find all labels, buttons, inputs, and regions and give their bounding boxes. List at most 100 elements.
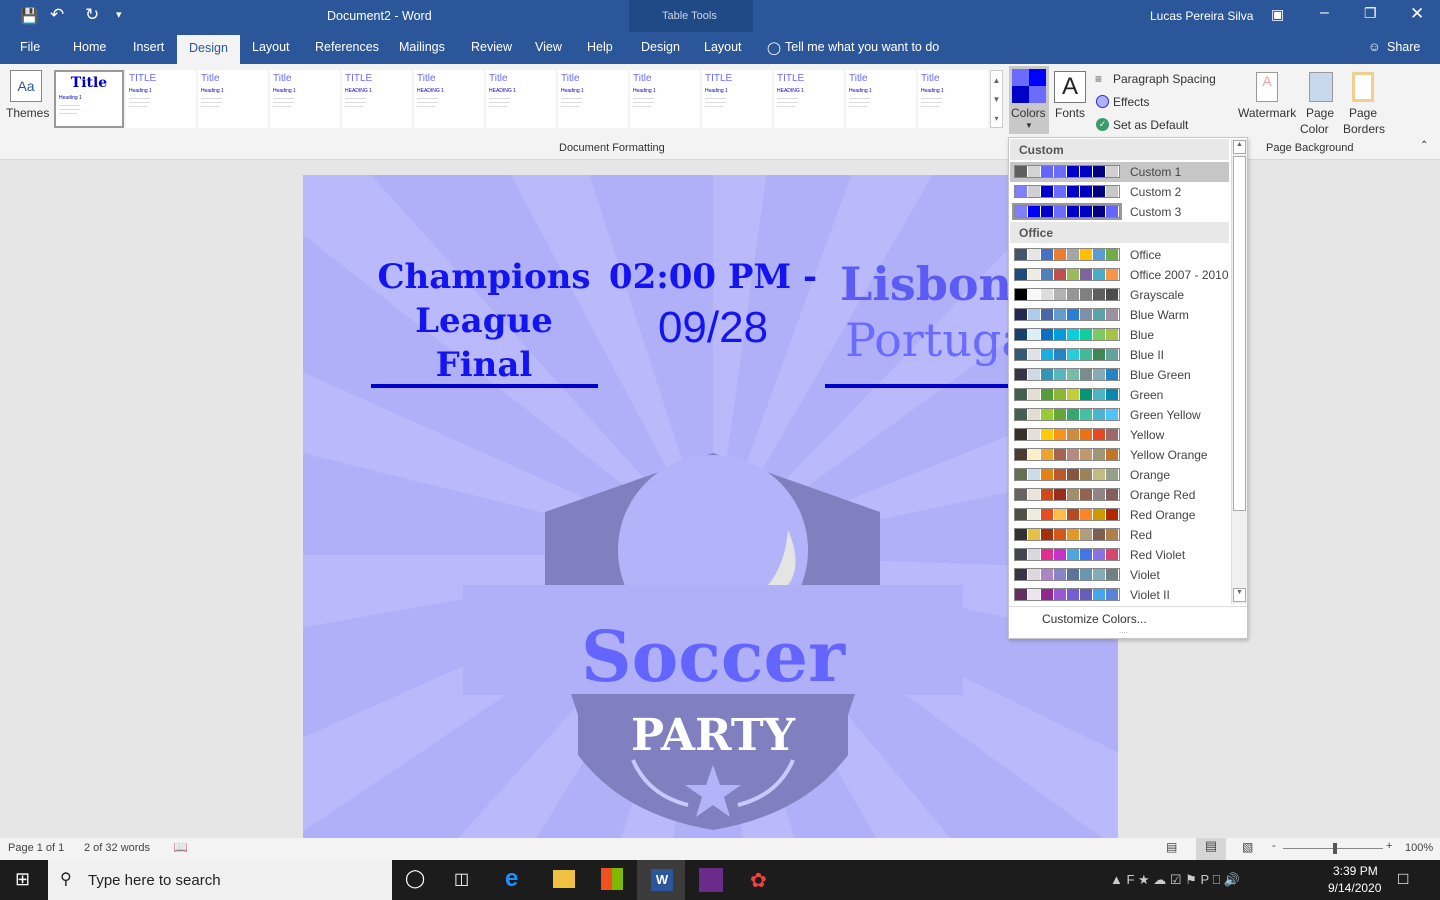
tray-icons[interactable]: ▲ F ★ ☁ ☑ ⚑ P ⎕ 🔊 <box>1110 872 1240 888</box>
style-set-item[interactable]: Title Heading 1 ——————— ——————— —————— <box>558 70 628 128</box>
style-set-item[interactable]: TITLE Heading 1 ——————— ——————— —————— <box>702 70 772 128</box>
tab-review[interactable]: Review <box>471 40 512 54</box>
color-scheme-blue-warm[interactable]: Blue Warm <box>1010 305 1229 325</box>
zoom-out-icon[interactable]: - <box>1272 840 1276 852</box>
user-name[interactable]: Lucas Pereira Silva <box>1150 9 1253 23</box>
fonts-icon[interactable]: A <box>1054 71 1086 103</box>
color-scheme-green-yellow[interactable]: Green Yellow <box>1010 405 1229 425</box>
windows-start-icon[interactable]: ⊞ <box>15 869 30 890</box>
edge-icon[interactable]: e <box>505 865 518 893</box>
style-set-item[interactable]: Title Heading 1 ——————— ——————— —————— <box>918 70 988 128</box>
customize-qat-icon[interactable]: ▾ <box>116 8 122 21</box>
notifications-icon[interactable]: □ <box>1398 869 1408 889</box>
tab-references[interactable]: References <box>315 40 379 54</box>
file-explorer-icon[interactable] <box>553 870 575 888</box>
style-set-item[interactable]: Title HEADING 1 ——————— ——————— —————— <box>414 70 484 128</box>
style-set-item[interactable]: Title Heading 1 ——————— ——————— —————— <box>54 70 124 128</box>
proofing-icon[interactable]: 📖 <box>173 840 188 854</box>
ribbon-display-icon[interactable]: ▣ <box>1271 6 1284 23</box>
color-scheme-custom-3[interactable]: Custom 3 <box>1010 202 1229 222</box>
minimize-icon[interactable]: – <box>1320 4 1329 22</box>
task-view-icon[interactable]: ◫ <box>454 869 469 889</box>
share-button[interactable]: Share <box>1387 40 1420 54</box>
clock-date[interactable]: 9/14/2020 <box>1328 881 1381 895</box>
save-icon[interactable]: 💾 <box>20 7 39 25</box>
tell-me-input[interactable]: Tell me what you want to do <box>785 40 939 54</box>
color-scheme-red-violet[interactable]: Red Violet <box>1010 545 1229 565</box>
search-input[interactable]: Type here to search <box>88 872 221 889</box>
app-icon[interactable] <box>699 868 723 892</box>
style-set-item[interactable]: TITLE HEADING 1 ——————— ——————— —————— <box>774 70 844 128</box>
themes-icon[interactable]: Aa <box>10 70 42 102</box>
zoom-slider-thumb[interactable] <box>1333 843 1337 854</box>
share-icon[interactable]: ☺ <box>1368 40 1381 54</box>
resize-grip[interactable]: .... <box>1119 626 1128 635</box>
search-box[interactable]: ⚲ Type here to search <box>48 860 392 900</box>
color-scheme-green[interactable]: Green <box>1010 385 1229 405</box>
zoom-level[interactable]: 100% <box>1405 842 1433 854</box>
tab-layout[interactable]: Layout <box>252 40 290 54</box>
page-count[interactable]: Page 1 of 1 <box>8 842 64 854</box>
dropdown-scrollbar[interactable]: ▲ ▼ <box>1231 139 1247 604</box>
tab-view[interactable]: View <box>535 40 562 54</box>
tab-design[interactable]: Design <box>177 35 240 64</box>
themes-button[interactable]: Themes <box>6 106 49 120</box>
snip-icon[interactable]: ✿ <box>750 868 767 893</box>
document-page[interactable]: Champions League Final 02:00 PM - 09/28 … <box>303 175 1118 838</box>
print-layout-icon[interactable]: ▤ <box>1196 838 1226 860</box>
style-set-item[interactable]: TITLE Heading 1 ——————— ——————— —————— <box>126 70 196 128</box>
color-scheme-blue-green[interactable]: Blue Green <box>1010 365 1229 385</box>
color-scheme-yellow[interactable]: Yellow <box>1010 425 1229 445</box>
page-borders-button[interactable]: Page <box>1349 106 1377 120</box>
color-scheme-orange-red[interactable]: Orange Red <box>1010 485 1229 505</box>
color-scheme-red[interactable]: Red <box>1010 525 1229 545</box>
scroll-up-icon[interactable]: ▲ <box>1233 140 1246 154</box>
color-scheme-yellow-orange[interactable]: Yellow Orange <box>1010 445 1229 465</box>
tab-table-layout[interactable]: Layout <box>704 40 742 54</box>
color-scheme-red-orange[interactable]: Red Orange <box>1010 505 1229 525</box>
set-as-default-button[interactable]: Set as Default <box>1113 118 1188 132</box>
color-scheme-custom-2[interactable]: Custom 2 <box>1010 182 1229 202</box>
color-scheme-office[interactable]: Office <box>1010 245 1229 265</box>
undo-icon[interactable]: ↶ <box>50 5 64 25</box>
word-count[interactable]: 2 of 32 words <box>84 842 150 854</box>
customize-colors-button[interactable]: Customize Colors... <box>1042 612 1147 626</box>
word-taskbar-button[interactable]: W <box>637 860 685 900</box>
page-color-button[interactable]: Page <box>1306 106 1334 120</box>
clock-time[interactable]: 3:39 PM <box>1333 864 1378 878</box>
fonts-button[interactable]: Fonts <box>1055 106 1085 120</box>
style-set-item[interactable]: Title Heading 1 ——————— ——————— —————— <box>846 70 916 128</box>
web-layout-icon[interactable]: ▧ <box>1242 840 1253 854</box>
color-scheme-office-2007-2010[interactable]: Office 2007 - 2010 <box>1010 265 1229 285</box>
collapse-ribbon-icon[interactable]: ⌃ <box>1420 140 1428 151</box>
cortana-icon[interactable]: ◯ <box>405 868 425 889</box>
color-scheme-violet[interactable]: Violet <box>1010 565 1229 585</box>
tab-file[interactable]: File <box>20 40 40 54</box>
style-set-item[interactable]: Title HEADING 1 ——————— ——————— —————— <box>486 70 556 128</box>
close-icon[interactable]: ✕ <box>1410 4 1424 24</box>
color-scheme-grayscale[interactable]: Grayscale <box>1010 285 1229 305</box>
scrollbar-thumb[interactable] <box>1233 156 1246 511</box>
color-scheme-blue-ii[interactable]: Blue II <box>1010 345 1229 365</box>
restore-icon[interactable]: ❐ <box>1364 5 1377 22</box>
style-set-item[interactable]: Title Heading 1 ——————— ——————— —————— <box>630 70 700 128</box>
color-scheme-custom-1[interactable]: Custom 1 <box>1010 162 1229 182</box>
gallery-scroll[interactable]: ▲ ▼ ▾ <box>990 70 1003 128</box>
effects-button[interactable]: Effects <box>1113 95 1149 109</box>
color-scheme-orange[interactable]: Orange <box>1010 465 1229 485</box>
paragraph-spacing-button[interactable]: Paragraph Spacing <box>1113 72 1216 86</box>
style-set-item[interactable]: Title Heading 1 ——————— ——————— —————— <box>198 70 268 128</box>
redo-icon[interactable]: ↻ <box>85 5 99 25</box>
store-icon[interactable] <box>601 868 623 890</box>
scroll-down-icon[interactable]: ▼ <box>1233 588 1246 602</box>
tab-insert[interactable]: Insert <box>133 40 164 54</box>
tab-help[interactable]: Help <box>587 40 613 54</box>
color-scheme-blue[interactable]: Blue <box>1010 325 1229 345</box>
zoom-in-icon[interactable]: + <box>1386 840 1392 852</box>
style-set-item[interactable]: Title Heading 1 ——————— ——————— —————— <box>270 70 340 128</box>
read-mode-icon[interactable]: ▤ <box>1166 840 1177 854</box>
colors-button[interactable]: Colors ▼ <box>1009 66 1049 134</box>
color-scheme-violet-ii[interactable]: Violet II <box>1010 585 1229 605</box>
tab-mailings[interactable]: Mailings <box>399 40 445 54</box>
tab-table-design[interactable]: Design <box>641 40 680 54</box>
